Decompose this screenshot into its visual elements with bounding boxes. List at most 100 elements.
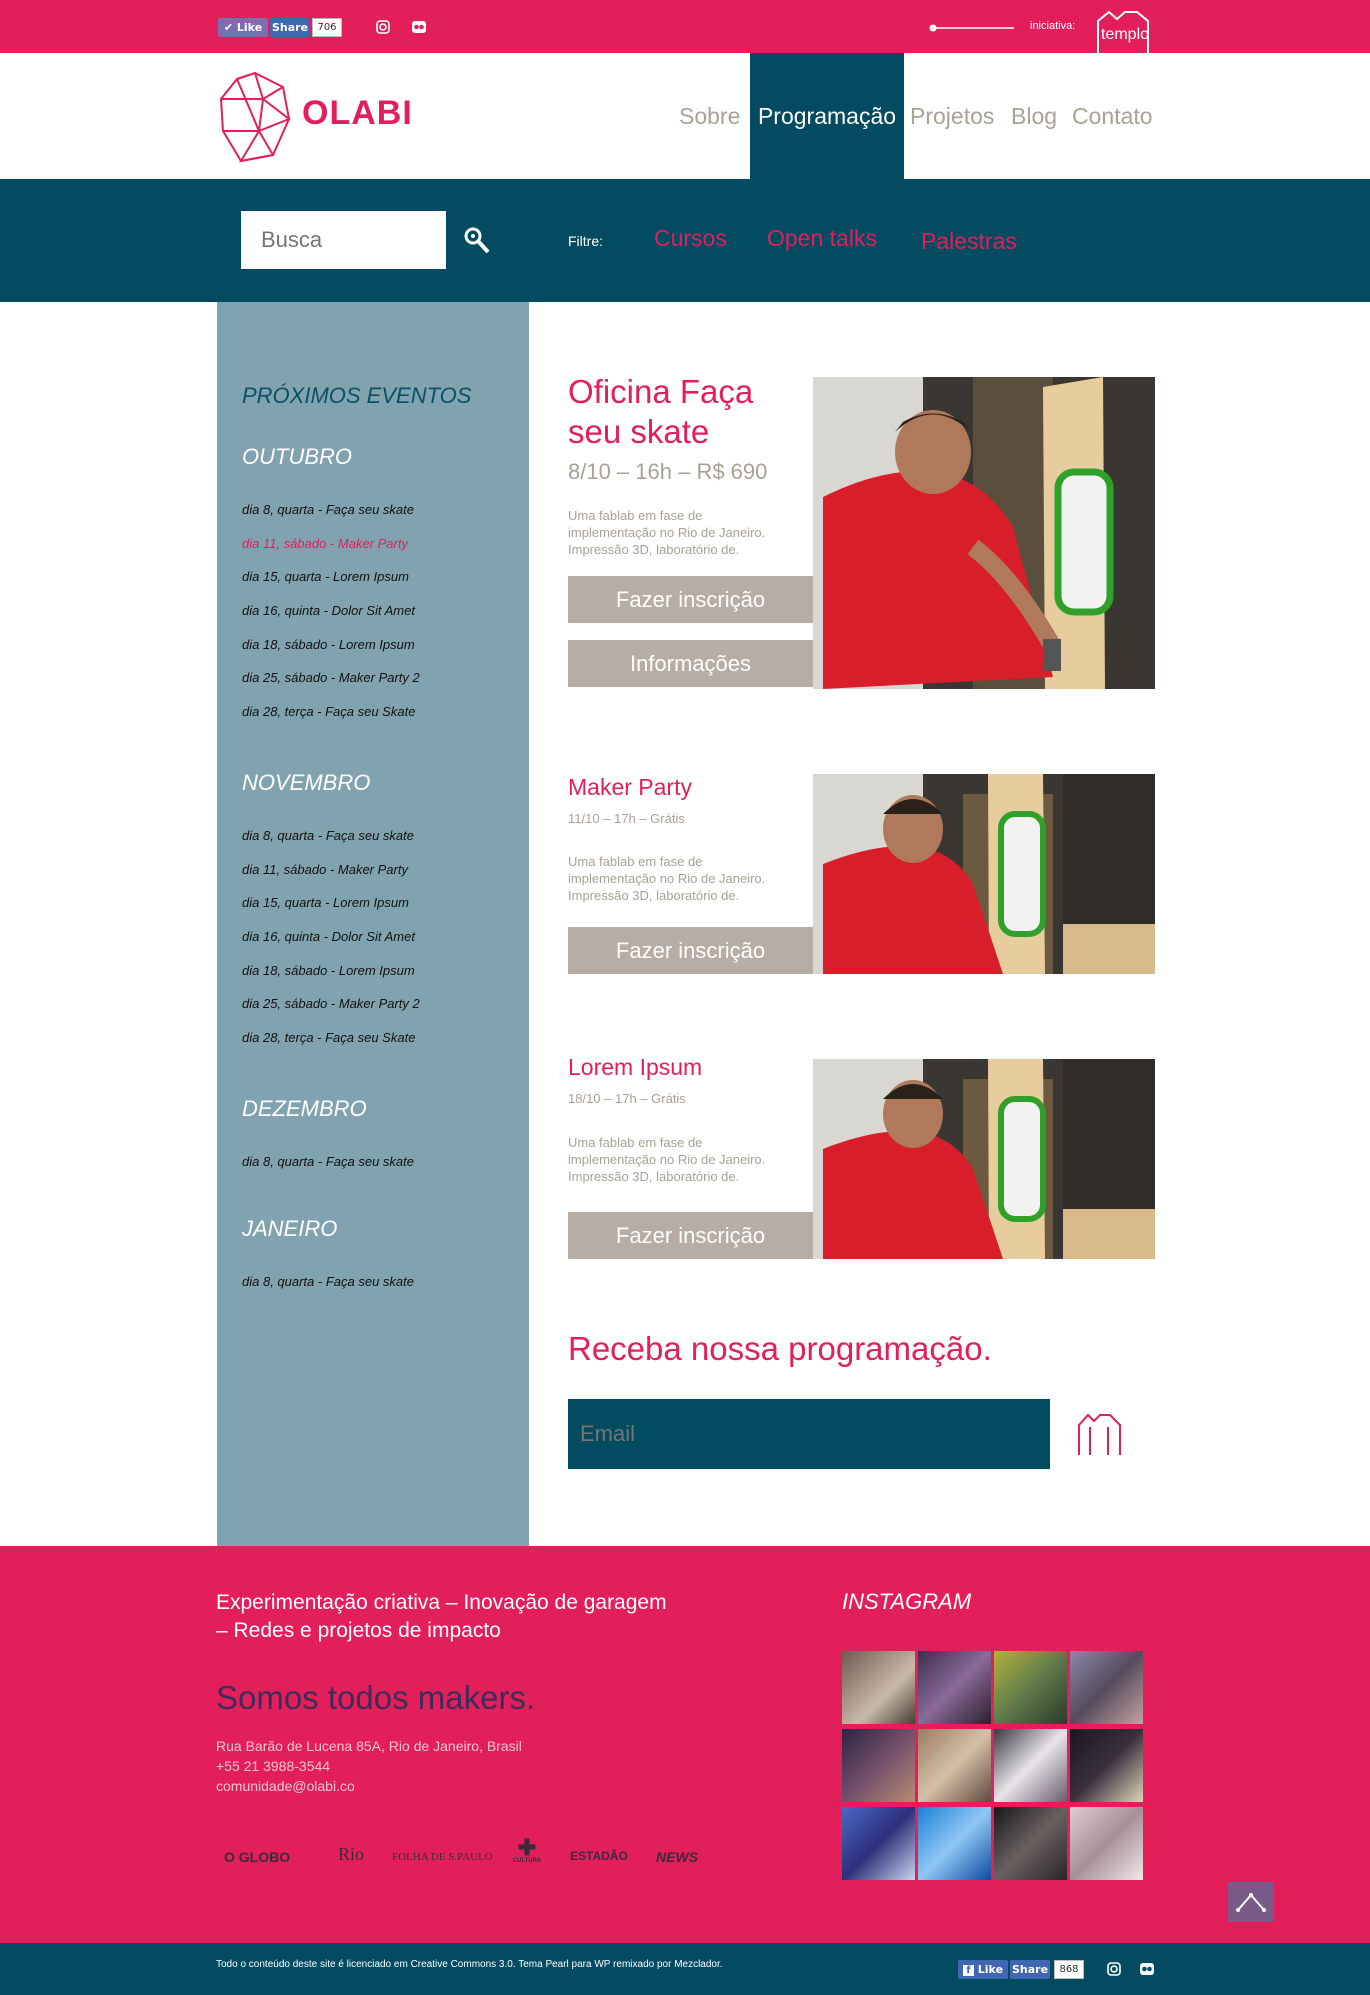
sidebar-event-link[interactable]: dia 11, sábado - Maker Party bbox=[242, 536, 408, 551]
event-photo[interactable] bbox=[813, 377, 1155, 689]
templo-logo[interactable]: templo bbox=[1095, 9, 1151, 53]
footer-slogan: Somos todos makers. bbox=[216, 1679, 536, 1716]
event-title[interactable]: Oficina Faça seu skate bbox=[568, 372, 753, 452]
sidebar-event-link[interactable]: dia 28, terça - Faça seu Skate bbox=[242, 704, 415, 719]
sidebar-event-link[interactable]: dia 8, quarta - Faça seu skate bbox=[242, 828, 414, 843]
event-meta: 18/10 – 17h – Grátis bbox=[568, 1091, 686, 1106]
instagram-photo[interactable] bbox=[994, 1729, 1067, 1802]
share-button[interactable]: Share bbox=[1010, 1960, 1050, 1979]
newsletter-title: Receba nossa programação. bbox=[568, 1330, 992, 1367]
newsletter-email-input[interactable] bbox=[568, 1399, 1050, 1469]
event-title[interactable]: Lorem Ipsum bbox=[568, 1054, 702, 1081]
footer-tagline: Experimentação criativa – Inovação de ga… bbox=[216, 1591, 667, 1642]
press-logo-rio: Rio bbox=[338, 1844, 365, 1864]
register-button[interactable]: Fazer inscrição bbox=[568, 576, 813, 623]
instagram-icon[interactable] bbox=[376, 20, 390, 34]
instagram-photo[interactable] bbox=[842, 1729, 915, 1802]
month-heading: NOVEMBRO bbox=[242, 770, 371, 795]
flickr-icon[interactable] bbox=[1140, 1962, 1154, 1976]
instagram-photo[interactable] bbox=[842, 1807, 915, 1880]
instagram-photo[interactable] bbox=[1070, 1729, 1143, 1802]
sidebar-title: PRÓXIMOS EVENTOS bbox=[242, 383, 472, 408]
lorem-ipsum-photo-image bbox=[813, 1059, 1155, 1259]
footer-email-link[interactable]: comunidade@olabi.co bbox=[216, 1778, 355, 1794]
sidebar-event-link[interactable]: dia 25, sábado - Maker Party 2 bbox=[242, 670, 420, 685]
instagram-photo[interactable] bbox=[918, 1651, 991, 1724]
register-button[interactable]: Fazer inscrição bbox=[568, 1212, 813, 1259]
sidebar-event-link[interactable]: dia 8, quarta - Faça seu skate bbox=[242, 1274, 414, 1289]
site-logo[interactable]: OLABI bbox=[217, 69, 412, 164]
like-button[interactable]: ✔ Like bbox=[218, 18, 268, 37]
footer bbox=[0, 1546, 1370, 1943]
search-input[interactable] bbox=[241, 211, 446, 269]
instagram-photo[interactable] bbox=[994, 1651, 1067, 1724]
press-logo-folha: FOLHA DE S.PAULO bbox=[392, 1851, 493, 1863]
instagram-photo[interactable] bbox=[918, 1807, 991, 1880]
event-title[interactable]: Maker Party bbox=[568, 774, 692, 801]
submit-templo-icon[interactable] bbox=[1076, 1405, 1126, 1455]
footer-address: Rua Barão de Lucena 85A, Rio de Janeiro,… bbox=[216, 1738, 522, 1754]
maker-party-photo-image bbox=[813, 774, 1155, 974]
nav-projetos[interactable]: Projetos bbox=[910, 53, 996, 179]
event-description: Uma fablab em fase de implementação no R… bbox=[568, 508, 766, 557]
sidebar-event-link[interactable]: dia 16, quinta - Dolor Sit Amet bbox=[242, 929, 415, 944]
chevron-up-icon bbox=[1236, 1893, 1266, 1912]
top-bar: ✔ Like Share 706 iniciativa: templo bbox=[0, 0, 1370, 53]
event-photo[interactable] bbox=[813, 1059, 1155, 1259]
sidebar-event-link[interactable]: dia 16, quinta - Dolor Sit Amet bbox=[242, 603, 415, 618]
filter-open-talks[interactable]: Open talks bbox=[767, 225, 877, 252]
filter-cursos[interactable]: Cursos bbox=[654, 225, 727, 252]
sidebar-event-link[interactable]: dia 25, sábado - Maker Party 2 bbox=[242, 996, 420, 1011]
iniciativa-label: iniciativa: bbox=[1030, 20, 1076, 32]
check-icon: ✔ bbox=[223, 21, 234, 34]
instagram-photo[interactable] bbox=[842, 1651, 915, 1724]
sidebar-event-link[interactable]: dia 11, sábado - Maker Party bbox=[242, 862, 408, 877]
sidebar-event-link[interactable]: dia 15, quarta - Lorem Ipsum bbox=[242, 569, 409, 584]
instagram-icon[interactable] bbox=[1107, 1962, 1121, 1976]
press-logo-news: NEWS bbox=[656, 1849, 698, 1865]
nav-contato[interactable]: Contato bbox=[1072, 53, 1162, 179]
share-count: 706 bbox=[312, 18, 342, 37]
press-logo-cultura: ✚ CULTURA bbox=[512, 1835, 542, 1865]
event-photo[interactable] bbox=[813, 774, 1155, 974]
filter-palestras[interactable]: Palestras bbox=[921, 228, 1017, 255]
info-button[interactable]: Informações bbox=[568, 640, 813, 687]
slider-line bbox=[929, 24, 1014, 32]
nav-blog[interactable]: Blog bbox=[1011, 53, 1059, 179]
instagram-photo[interactable] bbox=[918, 1729, 991, 1802]
month-heading: DEZEMBRO bbox=[242, 1096, 367, 1121]
logo-text: OLABI bbox=[302, 94, 413, 132]
nav-programacao[interactable]: Programação bbox=[750, 53, 904, 179]
instagram-photo[interactable] bbox=[1070, 1807, 1143, 1880]
sidebar-event-link[interactable]: dia 15, quarta - Lorem Ipsum bbox=[242, 895, 409, 910]
facebook-icon: f bbox=[962, 1965, 974, 1976]
press-logo-estadao: ESTADÃO bbox=[570, 1849, 628, 1863]
back-to-top-button[interactable] bbox=[1228, 1882, 1274, 1922]
month-heading: JANEIRO bbox=[242, 1216, 338, 1241]
instagram-photo[interactable] bbox=[994, 1807, 1067, 1880]
license-text: Todo o conteúdo deste site é licenciado … bbox=[216, 1959, 723, 1970]
sidebar-event-link[interactable]: dia 18, sábado - Lorem Ipsum bbox=[242, 637, 415, 652]
sidebar-event-link[interactable]: dia 18, sábado - Lorem Ipsum bbox=[242, 963, 415, 978]
skate-photo-image bbox=[813, 377, 1155, 689]
sidebar-event-link[interactable]: dia 8, quarta - Faça seu skate bbox=[242, 1154, 414, 1169]
flickr-icon[interactable] bbox=[412, 20, 426, 34]
filter-label: Filtre: bbox=[568, 233, 603, 249]
like-button[interactable]: f Like bbox=[958, 1960, 1008, 1979]
sidebar-event-link[interactable]: dia 8, quarta - Faça seu skate bbox=[242, 502, 414, 517]
share-count: 868 bbox=[1054, 1960, 1084, 1979]
event-meta: 11/10 – 17h – Grátis bbox=[568, 811, 685, 826]
press-logo-oglobo: O GLOBO bbox=[224, 1849, 291, 1865]
nav-sobre[interactable]: Sobre bbox=[679, 53, 740, 179]
register-button[interactable]: Fazer inscrição bbox=[568, 927, 813, 974]
event-meta: 8/10 – 16h – R$ 690 bbox=[568, 459, 768, 484]
month-heading: OUTUBRO bbox=[242, 444, 352, 469]
sidebar-event-link[interactable]: dia 28, terça - Faça seu Skate bbox=[242, 1030, 415, 1045]
instagram-photo[interactable] bbox=[1070, 1651, 1143, 1724]
olabi-geometric-logo-icon bbox=[219, 71, 292, 163]
search-icon[interactable] bbox=[464, 227, 490, 255]
share-button[interactable]: Share bbox=[270, 18, 310, 37]
cross-icon: ✚ bbox=[517, 1835, 537, 1860]
footer-phone: +55 21 3988-3544 bbox=[216, 1758, 331, 1774]
events-sidebar bbox=[217, 302, 529, 1546]
